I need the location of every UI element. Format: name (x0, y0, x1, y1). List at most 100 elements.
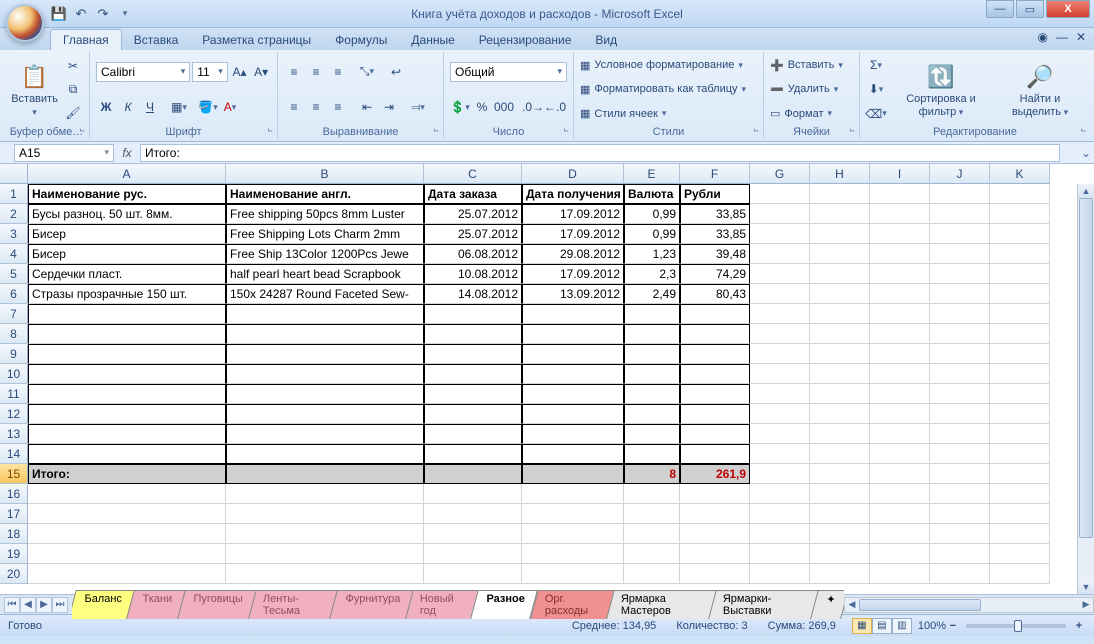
cell-K8[interactable] (990, 324, 1050, 344)
hscroll-left[interactable]: ◀ (845, 599, 859, 610)
cell-A16[interactable] (28, 484, 226, 504)
sheet-nav-next[interactable]: ▶ (36, 597, 52, 613)
cell-B12[interactable] (226, 404, 424, 424)
cell-D2[interactable]: 17.09.2012 (522, 204, 624, 224)
maximize-button[interactable]: ▭ (1016, 0, 1044, 18)
cell-D20[interactable] (522, 564, 624, 584)
cell-G2[interactable] (750, 204, 810, 224)
col-header-A[interactable]: A (28, 164, 226, 184)
cell-E13[interactable] (624, 424, 680, 444)
cell-J10[interactable] (930, 364, 990, 384)
cell-J13[interactable] (930, 424, 990, 444)
cell-G17[interactable] (750, 504, 810, 524)
fill-icon[interactable]: ⬇ (866, 79, 886, 99)
cell-G3[interactable] (750, 224, 810, 244)
cell-G8[interactable] (750, 324, 810, 344)
row-header-20[interactable]: 20 (0, 564, 28, 584)
font-size-combo[interactable]: 11 (192, 62, 227, 82)
format-painter-icon[interactable]: 🖌 (63, 103, 83, 123)
row-header-11[interactable]: 11 (0, 384, 28, 404)
find-select-button[interactable]: 🔎 Найти и выделить (994, 54, 1086, 125)
cell-G20[interactable] (750, 564, 810, 584)
format-cells-button[interactable]: ▭ Формат (770, 104, 853, 124)
cell-F10[interactable] (680, 364, 750, 384)
cell-G18[interactable] (750, 524, 810, 544)
cell-E20[interactable] (624, 564, 680, 584)
cell-K18[interactable] (990, 524, 1050, 544)
cell-C15[interactable] (424, 464, 522, 484)
minimize-ribbon-icon[interactable]: — (1056, 30, 1068, 44)
cell-H5[interactable] (810, 264, 870, 284)
cell-D3[interactable]: 17.09.2012 (522, 224, 624, 244)
cell-F1[interactable]: Рубли (680, 184, 750, 204)
cell-I1[interactable] (870, 184, 930, 204)
cell-B19[interactable] (226, 544, 424, 564)
sheet-tab-buttons[interactable]: Пуговицы (177, 590, 256, 619)
cell-A6[interactable]: Стразы прозрачные 150 шт. (28, 284, 226, 304)
col-header-D[interactable]: D (522, 164, 624, 184)
cell-D9[interactable] (522, 344, 624, 364)
font-color-button[interactable]: A (220, 97, 240, 117)
cell-C6[interactable]: 14.08.2012 (424, 284, 522, 304)
cell-C5[interactable]: 10.08.2012 (424, 264, 522, 284)
cell-F16[interactable] (680, 484, 750, 504)
cell-E3[interactable]: 0,99 (624, 224, 680, 244)
cell-A8[interactable] (28, 324, 226, 344)
zoom-level[interactable]: 100% (918, 620, 946, 632)
cell-I5[interactable] (870, 264, 930, 284)
name-box[interactable]: A15▾ (14, 144, 114, 162)
cell-D8[interactable] (522, 324, 624, 344)
cell-C3[interactable]: 25.07.2012 (424, 224, 522, 244)
cell-J16[interactable] (930, 484, 990, 504)
cell-H16[interactable] (810, 484, 870, 504)
redo-icon[interactable]: ↷ (94, 5, 112, 23)
cell-D13[interactable] (522, 424, 624, 444)
cell-I10[interactable] (870, 364, 930, 384)
cell-A15[interactable]: Итого: (28, 464, 226, 484)
align-top-icon[interactable]: ≡ (284, 62, 304, 82)
cell-F2[interactable]: 33,85 (680, 204, 750, 224)
cell-G16[interactable] (750, 484, 810, 504)
tab-data[interactable]: Данные (399, 30, 466, 50)
cell-C16[interactable] (424, 484, 522, 504)
cell-E19[interactable] (624, 544, 680, 564)
cell-G10[interactable] (750, 364, 810, 384)
cell-E15[interactable]: 8 (624, 464, 680, 484)
cell-G9[interactable] (750, 344, 810, 364)
cell-A2[interactable]: Бусы разноц. 50 шт. 8мм. (28, 204, 226, 224)
cell-H13[interactable] (810, 424, 870, 444)
cell-I12[interactable] (870, 404, 930, 424)
cell-K15[interactable] (990, 464, 1050, 484)
cell-G13[interactable] (750, 424, 810, 444)
font-name-combo[interactable]: Calibri (96, 62, 190, 82)
cell-D7[interactable] (522, 304, 624, 324)
cell-K10[interactable] (990, 364, 1050, 384)
help-icon[interactable]: ◉ (1037, 30, 1047, 44)
cell-I13[interactable] (870, 424, 930, 444)
increase-font-icon[interactable]: A▴ (230, 62, 250, 82)
cell-H3[interactable] (810, 224, 870, 244)
qat-customize[interactable] (116, 5, 134, 23)
row-header-1[interactable]: 1 (0, 184, 28, 204)
cell-A1[interactable]: Наименование рус. (28, 184, 226, 204)
row-header-2[interactable]: 2 (0, 204, 28, 224)
cell-E8[interactable] (624, 324, 680, 344)
tab-insert[interactable]: Вставка (122, 30, 191, 50)
cell-G4[interactable] (750, 244, 810, 264)
cell-F4[interactable]: 39,48 (680, 244, 750, 264)
cell-D4[interactable]: 29.08.2012 (522, 244, 624, 264)
cell-B2[interactable]: Free shipping 50pcs 8mm Luster (226, 204, 424, 224)
cell-E4[interactable]: 1,23 (624, 244, 680, 264)
fx-button[interactable]: fx (118, 144, 136, 162)
row-header-16[interactable]: 16 (0, 484, 28, 504)
cell-B17[interactable] (226, 504, 424, 524)
cell-A13[interactable] (28, 424, 226, 444)
sheet-tab-balance[interactable]: Баланс (72, 590, 135, 619)
cell-F3[interactable]: 33,85 (680, 224, 750, 244)
delete-cells-button[interactable]: ➖ Удалить (770, 79, 853, 99)
tab-home[interactable]: Главная (50, 29, 122, 50)
cell-F17[interactable] (680, 504, 750, 524)
cell-B3[interactable]: Free Shipping Lots Charm 2mm (226, 224, 424, 244)
col-header-B[interactable]: B (226, 164, 424, 184)
cell-J2[interactable] (930, 204, 990, 224)
